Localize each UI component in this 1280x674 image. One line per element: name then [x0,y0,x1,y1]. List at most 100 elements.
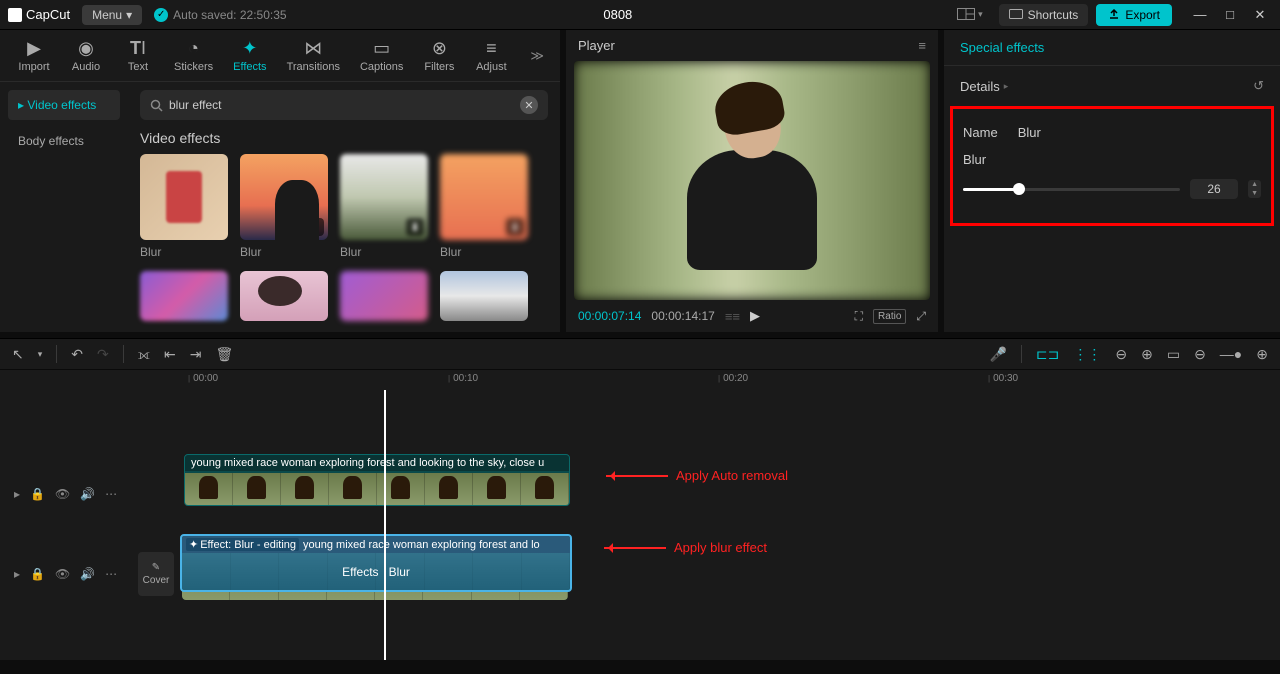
effect-item[interactable]: ⬇Blur [240,154,328,259]
track-settings-icon[interactable]: ▸ [14,487,20,501]
export-button[interactable]: Export [1096,4,1172,26]
video-clip-top[interactable]: young mixed race woman exploring forest … [184,454,570,506]
tab-text[interactable]: TIText [116,36,160,75]
delete-button[interactable]: 🗑 [215,346,233,363]
blur-slider[interactable] [963,188,1180,191]
sidebar-video-effects[interactable]: Video effects [8,90,120,120]
search-input[interactable] [169,98,514,112]
zoom-in-icon[interactable]: ⊕ [1256,346,1268,363]
shortcuts-button[interactable]: Shortcuts [999,4,1089,26]
trim-left-button[interactable]: ⇤ [164,346,176,363]
player-panel: Player ≡ 00:00:07:14 00:00:14:17 ≡≡ ▶ ⛶ … [566,30,938,332]
mic-icon[interactable]: 🎤 [989,346,1006,363]
playhead[interactable] [384,390,386,660]
autosave-status: ✓ Auto saved: 22:50:35 [154,8,286,22]
lock-icon[interactable]: 🔒 [30,487,45,501]
layout-button[interactable]: ▾ [949,4,991,26]
preview-icon[interactable]: ▭ [1167,346,1180,363]
mute-icon[interactable]: 🔊 [80,567,95,581]
search-clear[interactable]: ✕ [520,96,538,114]
tab-audio[interactable]: ◉Audio [64,36,108,75]
download-icon[interactable]: ⬇ [406,218,424,236]
track-more-icon[interactable]: ⋯ [105,487,117,501]
chevron-down-icon: ▾ [126,8,132,22]
tool-tabs-more[interactable]: ≫ [526,44,548,68]
tab-transitions[interactable]: ⋈Transitions [281,36,346,75]
effect-bar: ✦Effect: Blur - editing young mixed race… [182,536,570,553]
effect-item[interactable] [340,271,428,321]
lock-icon[interactable]: 🔒 [30,567,45,581]
expand-icon[interactable]: ⤢ [916,309,926,324]
download-icon[interactable]: ⬇ [506,218,524,236]
minimize-button[interactable]: — [1188,7,1212,23]
timeline-ruler[interactable]: 00:00 00:10 00:20 00:30 [180,370,1280,390]
player-viewport[interactable] [574,61,930,300]
tab-effects[interactable]: ✦Effects [227,36,272,75]
effect-thumb: ⬇ [440,154,528,240]
ruler-mark: 00:00 [188,373,218,384]
track-more-icon[interactable]: ⋯ [105,567,117,581]
download-icon[interactable]: ⬇ [306,218,324,236]
maximize-button[interactable]: □ [1218,7,1242,23]
main-row: ▶Import ◉Audio TIText ◔Stickers ✦Effects… [0,30,1280,332]
volume-icon[interactable]: ≡≡ [725,309,740,324]
search-box[interactable]: ✕ [140,90,548,120]
mute-icon[interactable]: 🔊 [80,487,95,501]
eye-icon[interactable]: 👁 [55,567,70,581]
reset-icon[interactable]: ↺ [1253,78,1264,94]
link-icon[interactable]: ⋮⋮ [1073,346,1101,363]
split-button[interactable]: ⟗ [138,346,150,363]
undo-button[interactable]: ↶ [71,346,83,363]
player-menu-icon[interactable]: ≡ [918,38,926,53]
import-icon: ▶ [27,38,41,58]
effect-item[interactable] [440,271,528,321]
trim-right-button[interactable]: ⇥ [190,346,202,363]
play-button[interactable]: ▶ [750,308,760,324]
effect-item[interactable]: ⬇Blur [440,154,528,259]
chain-icon[interactable]: ⊖ [1115,346,1127,363]
project-title[interactable]: 0808 [287,7,950,22]
tracks-area[interactable]: ▸ 🔒 👁 🔊 ⋯ young mixed race woman explori… [0,390,1280,660]
properties-tab[interactable]: Special effects [944,30,1280,66]
eye-icon[interactable]: 👁 [55,487,70,501]
zoom-out-icon[interactable]: ⊖ [1194,346,1206,363]
slider-thumb[interactable] [1013,183,1025,195]
tab-stickers[interactable]: ◔Stickers [168,36,219,75]
effect-thumb [440,271,528,321]
check-icon: ✓ [154,8,168,22]
track-settings-icon[interactable]: ▸ [14,567,20,581]
cursor-dropdown[interactable]: ▾ [38,349,43,360]
cursor-tool[interactable]: ↖ [12,346,24,363]
effect-item[interactable] [140,271,228,321]
cover-button[interactable]: ✎ Cover [138,552,174,596]
annotation-auto-removal: Apply Auto removal [606,468,788,483]
highlight-annotation: Name Blur Blur 26 ▲▼ [950,106,1274,226]
filters-icon: ⊗ [432,38,447,58]
magnet-icon[interactable]: ⊏⊐ [1036,346,1059,363]
effect-item[interactable] [240,271,328,321]
effect-item[interactable]: Blur [140,154,228,259]
tab-captions[interactable]: ▭Captions [354,36,409,75]
tab-import[interactable]: ▶Import [12,36,56,75]
stickers-icon: ◔ [188,38,199,58]
ratio-button[interactable]: Ratio [873,309,906,324]
effects-sidebar: Video effects Body effects [0,82,128,332]
align-icon[interactable]: ⊕ [1141,346,1153,363]
menu-button[interactable]: Menu ▾ [82,5,142,25]
fullscreen-focus-icon[interactable]: ⛶ [855,309,863,324]
stepper-down-icon[interactable]: ▼ [1248,189,1261,198]
player-title: Player [578,38,615,53]
timeline-toolbar: ↖ ▾ ↶ ↷ ⟗ ⇤ ⇥ 🗑 🎤 ⊏⊐ ⋮⋮ ⊖ ⊕ ▭ ⊖ —● ⊕ [0,339,1280,370]
blur-value[interactable]: 26 [1190,179,1238,199]
tab-filters[interactable]: ⊗Filters [417,36,461,75]
effect-overlay-blur: Blur [389,565,410,579]
sidebar-body-effects[interactable]: Body effects [8,126,120,156]
redo-button[interactable]: ↷ [97,346,109,363]
zoom-slider[interactable]: —● [1220,346,1242,362]
blur-stepper[interactable]: ▲▼ [1248,180,1261,198]
close-button[interactable]: ✕ [1248,7,1272,23]
effect-item[interactable]: ⬇Blur [340,154,428,259]
effect-clip[interactable]: ✦Effect: Blur - editing young mixed race… [180,534,572,592]
stepper-up-icon[interactable]: ▲ [1248,180,1261,189]
tab-adjust[interactable]: ≡Adjust [469,36,513,75]
